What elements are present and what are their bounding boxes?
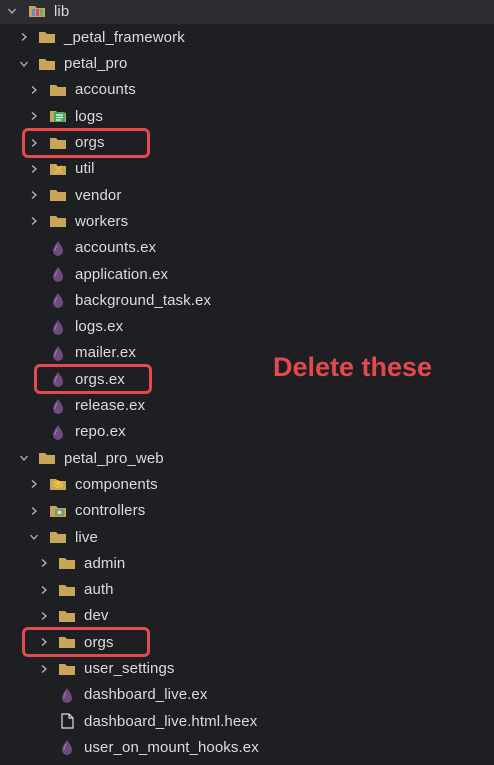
tree-item-label: accounts.ex	[75, 239, 157, 257]
highlight-box	[34, 364, 152, 395]
chevron-right-icon[interactable]	[27, 498, 41, 524]
tree-item-label: workers	[75, 212, 129, 230]
tree-item-controllers[interactable]: controllers	[0, 498, 494, 524]
folder-icon	[38, 450, 56, 466]
folder-icon	[49, 108, 67, 124]
tree-item-application-ex[interactable]: application.ex	[0, 261, 494, 287]
chevron-right-icon[interactable]	[27, 103, 41, 129]
chevron-right-icon[interactable]	[27, 77, 41, 103]
chevron-right-icon[interactable]	[37, 550, 51, 576]
tree-item-label: accounts	[75, 81, 136, 99]
tree-item-label: controllers	[75, 502, 146, 520]
tree-item-dashboard-live-html-heex[interactable]: dashboard_live.html.heex	[0, 708, 494, 734]
folder-icon	[49, 161, 67, 177]
tree-item-label: user_on_mount_hooks.ex	[84, 738, 259, 756]
folder-icon	[58, 608, 76, 624]
folder-icon	[49, 476, 67, 492]
tree-item-background-task-ex[interactable]: background_task.ex	[0, 287, 494, 313]
tree-item-workers[interactable]: workers	[0, 208, 494, 234]
tree-item-util[interactable]: util	[0, 156, 494, 182]
chevron-right-icon[interactable]	[17, 24, 31, 50]
tree-item-label: _petal_framework	[64, 28, 185, 46]
folder-icon	[58, 582, 76, 598]
tree-item-label: mailer.ex	[75, 344, 136, 362]
tree-item-label: application.ex	[75, 265, 169, 283]
tree-item-accounts-ex[interactable]: accounts.ex	[0, 235, 494, 261]
folder-icon	[38, 56, 56, 72]
folder-icon	[49, 213, 67, 229]
elixir-file-icon	[49, 319, 67, 335]
elixir-file-icon	[49, 240, 67, 256]
highlight-box	[22, 627, 150, 658]
tree-item-label: admin	[84, 554, 126, 572]
chevron-right-icon[interactable]	[27, 156, 41, 182]
tree-item-label: util	[75, 160, 95, 178]
tree-item-components[interactable]: components	[0, 471, 494, 497]
chevron-down-icon[interactable]	[27, 524, 41, 550]
tree-item-petal-framework[interactable]: _petal_framework	[0, 24, 494, 50]
tree-item-label: lib	[54, 2, 70, 20]
elixir-file-icon	[49, 424, 67, 440]
tree-item-label: dashboard_live.html.heex	[84, 712, 258, 730]
lib-folder-icon	[28, 3, 46, 19]
tree-item-accounts[interactable]: accounts	[0, 77, 494, 103]
folder-icon	[49, 529, 67, 545]
elixir-file-icon	[49, 266, 67, 282]
tree-item-release-ex[interactable]: release.ex	[0, 393, 494, 419]
tree-item-live[interactable]: live	[0, 524, 494, 550]
tree-item-logs-ex[interactable]: logs.ex	[0, 314, 494, 340]
tree-item-user-settings[interactable]: user_settings	[0, 656, 494, 682]
tree-item-label: logs.ex	[75, 318, 124, 336]
tree-item-label: auth	[84, 581, 114, 599]
elixir-file-icon	[49, 345, 67, 361]
folder-icon	[38, 29, 56, 45]
tree-item-label: repo.ex	[75, 423, 126, 441]
elixir-file-icon	[58, 687, 76, 703]
tree-item-label: petal_pro_web	[64, 449, 164, 467]
tree-item-label: dev	[84, 607, 109, 625]
tree-item-user-on-mount-hooks-ex[interactable]: user_on_mount_hooks.ex	[0, 734, 494, 760]
chevron-right-icon[interactable]	[37, 603, 51, 629]
chevron-down-icon[interactable]	[17, 445, 31, 471]
tree-item-label: release.ex	[75, 397, 146, 414]
chevron-down-icon[interactable]	[5, 0, 19, 24]
tree-item-label: dashboard_live.ex	[84, 686, 208, 704]
elixir-file-icon	[49, 398, 67, 414]
tree-item-label: user_settings	[84, 660, 175, 677]
chevron-right-icon[interactable]	[27, 471, 41, 497]
chevron-right-icon[interactable]	[37, 656, 51, 682]
tree-item-auth[interactable]: auth	[0, 577, 494, 603]
tree-item-lib[interactable]: lib	[0, 0, 494, 24]
chevron-right-icon[interactable]	[27, 182, 41, 208]
elixir-file-icon	[49, 292, 67, 309]
tree-item-label: background_task.ex	[75, 291, 212, 309]
tree-item-dashboard-live-ex[interactable]: dashboard_live.ex	[0, 682, 494, 708]
chevron-right-icon[interactable]	[27, 208, 41, 234]
tree-item-petal-pro[interactable]: petal_pro	[0, 51, 494, 77]
tree-item-dev[interactable]: dev	[0, 603, 494, 629]
tree-item-label: logs	[75, 107, 103, 125]
annotation-text: Delete these	[273, 352, 433, 382]
folder-icon	[49, 82, 67, 98]
folder-icon	[58, 661, 76, 677]
folder-icon	[49, 187, 67, 203]
highlight-box	[22, 127, 150, 158]
tree-item-label: vendor	[75, 186, 122, 204]
tree-item-admin[interactable]: admin	[0, 550, 494, 576]
file-icon	[58, 713, 76, 729]
chevron-down-icon[interactable]	[17, 51, 31, 77]
folder-icon	[49, 503, 67, 519]
tree-item-label: components	[75, 475, 158, 493]
tree-item-repo-ex[interactable]: repo.ex	[0, 419, 494, 445]
tree-item-petal-pro-web[interactable]: petal_pro_web	[0, 445, 494, 471]
folder-icon	[58, 555, 76, 571]
elixir-file-icon	[58, 739, 76, 756]
tree-item-label: live	[75, 528, 98, 546]
tree-item-vendor[interactable]: vendor	[0, 182, 494, 208]
tree-item-label: petal_pro	[64, 55, 128, 73]
tree-item-logs[interactable]: logs	[0, 103, 494, 129]
chevron-right-icon[interactable]	[37, 577, 51, 603]
